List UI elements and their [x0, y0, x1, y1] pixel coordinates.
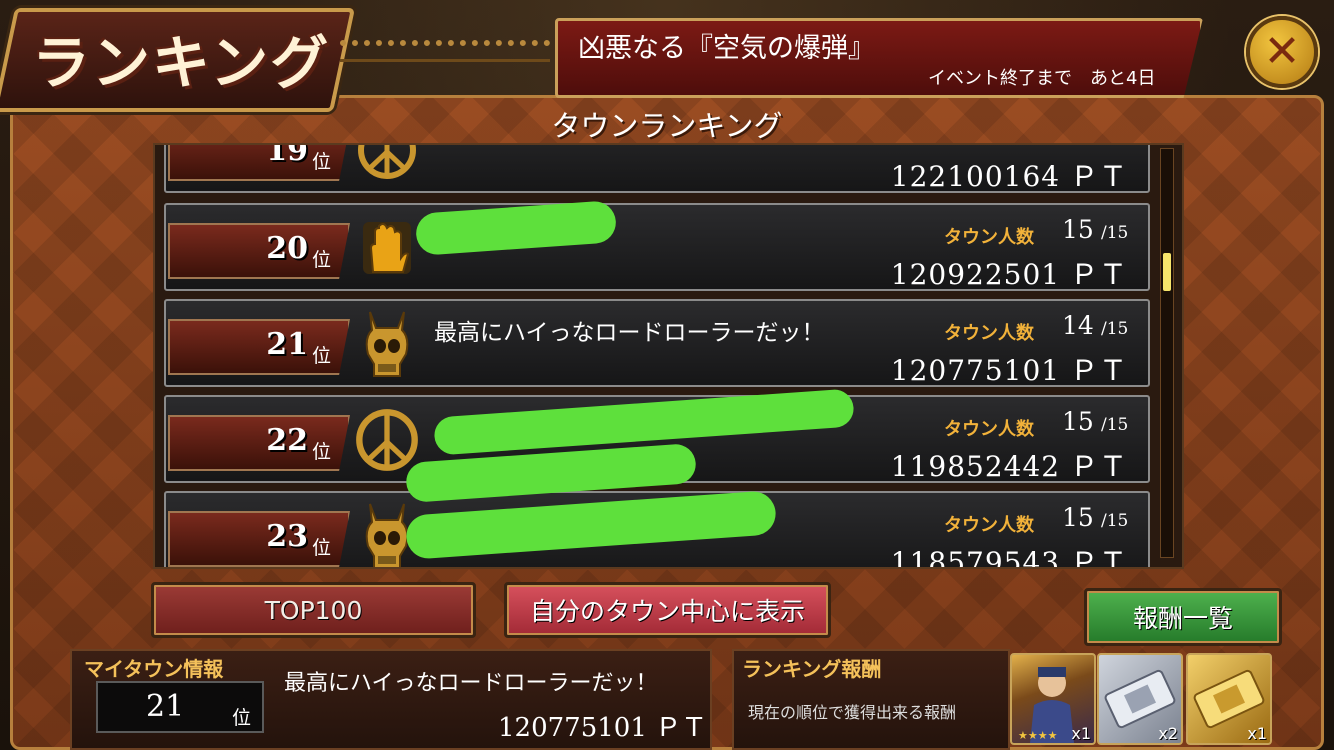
hand-icon — [354, 215, 420, 281]
reward-description: 現在の順位で獲得出来る報酬 — [748, 703, 957, 722]
members-label: タウン人数 — [944, 323, 1034, 344]
reward-count: x1 — [1071, 724, 1091, 743]
list-scrollbar[interactable] — [1160, 148, 1174, 558]
censored-name — [404, 490, 778, 560]
decorative-chain — [340, 40, 550, 62]
rank-number: 21 — [266, 327, 308, 362]
reward-count: x2 — [1158, 724, 1178, 743]
members-count: 15 — [1062, 503, 1094, 532]
members-label: タウン人数 — [944, 419, 1034, 440]
my-town-label: マイタウン情報 — [84, 657, 224, 681]
rank-suffix: 位 — [312, 345, 332, 367]
ranking-row[interactable]: 23 位 タウン人数 15 /15 118579543 ＰＴ — [164, 442, 1150, 569]
rank-number: 22 — [266, 423, 308, 458]
rank-number: 20 — [266, 231, 308, 266]
town-name: 最高にハイっなロードローラーだッ！ — [434, 320, 825, 346]
town-points: 122100164 ＰＴ — [890, 160, 1128, 193]
gold-ticket-reward[interactable]: x1 — [1186, 653, 1272, 745]
character-card-reward[interactable]: ★★★★ x1 — [1010, 653, 1096, 745]
town-points: 119852442 ＰＴ — [890, 450, 1128, 483]
scroll-thumb[interactable] — [1163, 253, 1171, 291]
peace-icon — [354, 407, 420, 473]
town-points: 118579543 ＰＴ — [890, 546, 1128, 569]
town-points: 120775101 ＰＴ — [890, 354, 1128, 387]
top100-button[interactable]: TOP100 — [151, 582, 476, 638]
ranking-row[interactable]: 19 位 122100164 ＰＴ — [164, 143, 1150, 193]
rank-suffix: 位 — [312, 537, 332, 559]
show-my-town-button[interactable]: 自分のタウン中心に表示 — [504, 582, 831, 638]
members-label: タウン人数 — [944, 515, 1034, 536]
rank-number: 19 — [266, 143, 308, 168]
svg-text:★★★★: ★★★★ — [1018, 729, 1058, 742]
rank-number: 23 — [266, 519, 308, 554]
ranking-row[interactable]: 21 位 最高にハイっなロードローラーだッ！ タウン人数 14 /15 1207… — [164, 299, 1150, 387]
town-points: 120922501 ＰＴ — [890, 258, 1128, 291]
page-title: ランキング — [32, 29, 331, 97]
members-max: /15 — [1101, 511, 1129, 531]
members-max: /15 — [1101, 319, 1129, 339]
my-town-info: マイタウン情報 21 位 最高にハイっなロードローラーだッ！ 120775101… — [70, 649, 712, 750]
censored-name — [414, 200, 618, 256]
silver-ticket-reward[interactable]: x2 — [1097, 653, 1183, 745]
ranking-row[interactable]: 20 位 タウン人数 15 /15 120922501 ＰＴ — [164, 200, 1150, 291]
my-town-name: 最高にハイっなロードローラーだッ！ — [284, 671, 658, 696]
rank-suffix: 位 — [312, 441, 332, 463]
my-rank-number: 21 — [146, 689, 185, 724]
skull-icon — [354, 311, 420, 377]
ranking-reward-info: ランキング報酬 現在の順位で獲得出来る報酬 — [732, 649, 1010, 750]
members-count: 14 — [1062, 311, 1094, 340]
members-count: 15 — [1062, 215, 1094, 244]
close-button[interactable]: ✕ — [1246, 16, 1318, 88]
list-title: タウンランキング — [551, 109, 783, 143]
peace-icon — [354, 145, 420, 183]
reward-label: ランキング報酬 — [742, 657, 882, 681]
event-title: 凶悪なる『空気の爆弾』 — [578, 33, 875, 64]
reward-list-button[interactable]: 報酬一覧 — [1084, 588, 1282, 646]
reward-count: x1 — [1247, 724, 1267, 743]
members-max: /15 — [1101, 223, 1129, 243]
close-icon: ✕ — [1263, 26, 1301, 77]
my-rank-suffix: 位 — [232, 707, 252, 729]
members-count: 15 — [1062, 407, 1094, 436]
event-remaining-time: イベント終了まで あと4日 — [928, 68, 1156, 89]
members-max: /15 — [1101, 415, 1129, 435]
ranking-list[interactable]: 19 位 122100164 ＰＴ 20 位 タウン人数 15 /15 1209… — [153, 143, 1184, 569]
rank-suffix: 位 — [312, 249, 332, 271]
my-town-points: 120775101 ＰＴ — [498, 713, 708, 743]
rank-suffix: 位 — [312, 151, 332, 173]
members-label: タウン人数 — [944, 227, 1034, 248]
my-rank-box: 21 位 — [96, 681, 264, 733]
